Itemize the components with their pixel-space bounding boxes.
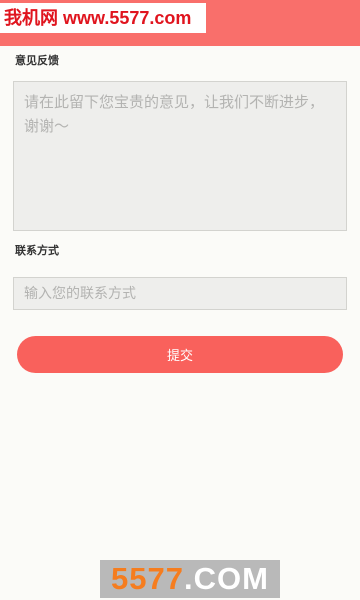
watermark-bottom: 5577.COM (100, 560, 280, 598)
feedback-textarea[interactable] (13, 81, 347, 231)
submit-button[interactable]: 提交 (17, 336, 343, 373)
watermark-url: www.5577.com (63, 8, 192, 28)
feedback-label: 意见反馈 (15, 54, 59, 67)
contact-label: 联系方式 (15, 244, 59, 257)
contact-input[interactable] (13, 277, 347, 310)
watermark-top: 我机网 www.5577.com (0, 3, 206, 33)
watermark-site-name: 我机网 (4, 8, 58, 28)
watermark-domain: .COM (184, 561, 269, 596)
watermark-number: 5577 (111, 561, 185, 596)
